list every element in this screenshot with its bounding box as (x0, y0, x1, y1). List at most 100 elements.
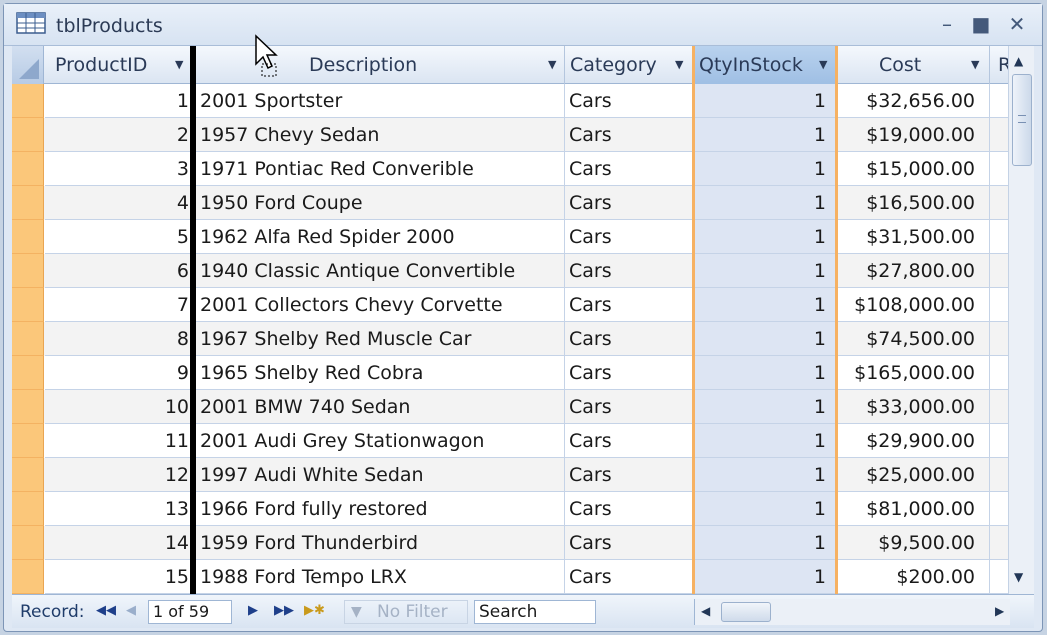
record-selector[interactable] (12, 424, 44, 458)
cell-cost[interactable]: $16,500.00 (837, 186, 990, 220)
cell-description[interactable]: 1988 Ford Tempo LRX (196, 560, 565, 594)
cell-cost[interactable]: $29,900.00 (837, 424, 990, 458)
cell-description[interactable]: 2001 Audi Grey Stationwagon (196, 424, 565, 458)
cell-product-id[interactable]: 2 (45, 118, 192, 152)
cell-category[interactable]: Cars (565, 288, 693, 322)
cell-product-id[interactable]: 12 (45, 458, 192, 492)
cell-description[interactable]: 2001 BMW 740 Sedan (196, 390, 565, 424)
cell-qty-in-stock[interactable]: 1 (693, 322, 837, 356)
cell-product-id[interactable]: 3 (45, 152, 192, 186)
cell-qty-in-stock[interactable]: 1 (693, 186, 837, 220)
cell-product-id[interactable]: 1 (45, 84, 192, 118)
cell-qty-in-stock[interactable]: 1 (693, 390, 837, 424)
select-all-button[interactable] (12, 46, 44, 84)
chevron-down-icon[interactable]: ▼ (548, 46, 556, 84)
first-record-icon[interactable]: ◀◀ (96, 603, 116, 618)
record-selector[interactable] (12, 560, 44, 594)
next-record-icon[interactable]: ▶ (248, 603, 258, 618)
cell-description[interactable]: 1950 Ford Coupe (196, 186, 565, 220)
cell-qty-in-stock[interactable]: 1 (693, 492, 837, 526)
minimize-icon[interactable]: – (934, 12, 960, 36)
record-selector[interactable] (12, 84, 44, 118)
cell-category[interactable]: Cars (565, 458, 693, 492)
record-selector[interactable] (12, 492, 44, 526)
cell-cost[interactable]: $33,000.00 (837, 390, 990, 424)
cell-cost[interactable]: $74,500.00 (837, 322, 990, 356)
cell-cost[interactable]: $200.00 (837, 560, 990, 594)
cell-cost[interactable]: $165,000.00 (837, 356, 990, 390)
chevron-down-icon[interactable]: ▼ (175, 46, 183, 84)
cell-product-id[interactable]: 5 (45, 220, 192, 254)
cell-qty-in-stock[interactable]: 1 (693, 254, 837, 288)
header-category[interactable]: Category ▼ (565, 46, 693, 84)
cell-qty-in-stock[interactable]: 1 (693, 424, 837, 458)
cell-description[interactable]: 1962 Alfa Red Spider 2000 (196, 220, 565, 254)
cell-product-id[interactable]: 9 (45, 356, 192, 390)
cell-category[interactable]: Cars (565, 356, 693, 390)
horizontal-scroll-thumb[interactable] (721, 602, 771, 622)
cell-product-id[interactable]: 11 (45, 424, 192, 458)
previous-record-icon[interactable]: ◀ (126, 603, 136, 618)
scroll-right-icon[interactable]: ▶ (995, 604, 1004, 618)
cell-qty-in-stock[interactable]: 1 (693, 84, 837, 118)
cell-qty-in-stock[interactable]: 1 (693, 220, 837, 254)
record-selector[interactable] (12, 152, 44, 186)
cell-qty-in-stock[interactable]: 1 (693, 288, 837, 322)
cell-qty-in-stock[interactable]: 1 (693, 560, 837, 594)
cell-qty-in-stock[interactable]: 1 (693, 458, 837, 492)
cell-description[interactable]: 1971 Pontiac Red Converible (196, 152, 565, 186)
cell-category[interactable]: Cars (565, 220, 693, 254)
close-icon[interactable]: ✕ (1004, 12, 1030, 36)
record-selector[interactable] (12, 220, 44, 254)
cell-category[interactable]: Cars (565, 254, 693, 288)
cell-category[interactable]: Cars (565, 84, 693, 118)
cell-cost[interactable]: $31,500.00 (837, 220, 990, 254)
cell-description[interactable]: 2001 Sportster (196, 84, 565, 118)
cell-cost[interactable]: $81,000.00 (837, 492, 990, 526)
cell-product-id[interactable]: 14 (45, 526, 192, 560)
cell-description[interactable]: 1959 Ford Thunderbird (196, 526, 565, 560)
horizontal-scrollbar[interactable]: ◀ ▶ (694, 599, 1010, 625)
record-selector[interactable] (12, 186, 44, 220)
record-selector[interactable] (12, 322, 44, 356)
maximize-icon[interactable]: ■ (968, 12, 994, 36)
record-selector[interactable] (12, 254, 44, 288)
cell-cost[interactable]: $19,000.00 (837, 118, 990, 152)
cell-cost[interactable]: $108,000.00 (837, 288, 990, 322)
scroll-down-icon[interactable]: ▼ (1014, 570, 1023, 584)
cell-product-id[interactable]: 10 (45, 390, 192, 424)
vertical-scroll-thumb[interactable] (1012, 74, 1032, 166)
cell-product-id[interactable]: 7 (45, 288, 192, 322)
cell-cost[interactable]: $15,000.00 (837, 152, 990, 186)
cell-product-id[interactable]: 4 (45, 186, 192, 220)
cell-cost[interactable]: $25,000.00 (837, 458, 990, 492)
scroll-up-icon[interactable]: ▲ (1014, 54, 1023, 68)
cell-cost[interactable]: $27,800.00 (837, 254, 990, 288)
header-qty-in-stock[interactable]: QtyInStock ▼ (693, 46, 837, 84)
chevron-down-icon[interactable]: ▼ (675, 46, 683, 84)
cell-category[interactable]: Cars (565, 424, 693, 458)
no-filter-button[interactable]: ▼ No Filter (344, 600, 468, 624)
cell-category[interactable]: Cars (565, 526, 693, 560)
cell-qty-in-stock[interactable]: 1 (693, 118, 837, 152)
cell-cost[interactable]: $32,656.00 (837, 84, 990, 118)
record-selector[interactable] (12, 288, 44, 322)
record-selector[interactable] (12, 390, 44, 424)
cell-qty-in-stock[interactable]: 1 (693, 356, 837, 390)
cell-description[interactable]: 2001 Collectors Chevy Corvette (196, 288, 565, 322)
cell-product-id[interactable]: 6 (45, 254, 192, 288)
current-record-field[interactable]: 1 of 59 (148, 600, 232, 624)
vertical-scrollbar[interactable]: ▲ ▼ (1008, 46, 1034, 594)
scroll-left-icon[interactable]: ◀ (701, 604, 710, 618)
last-record-icon[interactable]: ▶▶ (274, 603, 294, 618)
cell-cost[interactable]: $9,500.00 (837, 526, 990, 560)
cell-description[interactable]: 1965 Shelby Red Cobra (196, 356, 565, 390)
cell-description[interactable]: 1967 Shelby Red Muscle Car (196, 322, 565, 356)
chevron-down-icon[interactable]: ▼ (971, 46, 979, 84)
cell-category[interactable]: Cars (565, 322, 693, 356)
record-selector[interactable] (12, 356, 44, 390)
header-product-id[interactable]: ProductID ▼ (45, 46, 192, 84)
cell-description[interactable]: 1940 Classic Antique Convertible (196, 254, 565, 288)
cell-description[interactable]: 1966 Ford fully restored (196, 492, 565, 526)
cell-product-id[interactable]: 15 (45, 560, 192, 594)
